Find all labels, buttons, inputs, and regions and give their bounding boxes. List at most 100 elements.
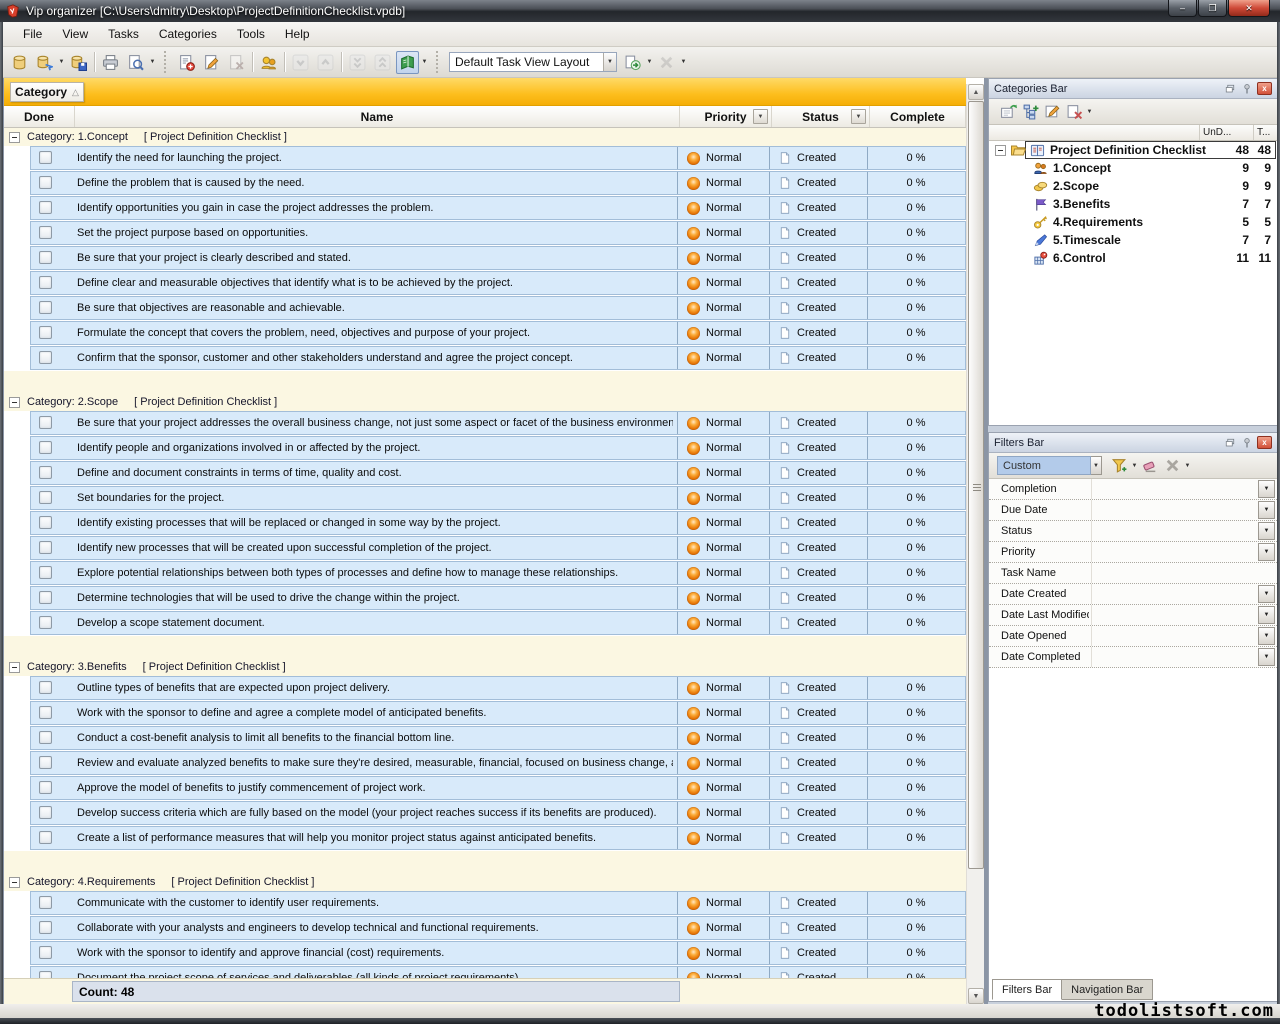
done-checkbox[interactable] <box>39 151 52 164</box>
filter-value-dropdown-icon[interactable]: ▼ <box>1258 627 1275 645</box>
menu-view[interactable]: View <box>52 24 98 44</box>
done-checkbox[interactable] <box>39 566 52 579</box>
task-row-body[interactable]: Define and document constraints in terms… <box>30 461 966 485</box>
tree-item-4-requirements[interactable]: 4.Requirements55 <box>989 213 1277 231</box>
task-row-body[interactable]: Work with the sponsor to identify and ap… <box>30 941 966 965</box>
column-header-complete[interactable]: Complete <box>870 106 966 127</box>
save-database-button[interactable] <box>67 51 90 74</box>
tree-item-1-concept[interactable]: 1.Concept99 <box>989 159 1277 177</box>
done-checkbox[interactable] <box>39 781 52 794</box>
task-row-body[interactable]: Review and evaluate analyzed benefits to… <box>30 751 966 775</box>
done-checkbox[interactable] <box>39 466 52 479</box>
task-row-body[interactable]: Develop success criteria which are fully… <box>30 801 966 825</box>
task-row-body[interactable]: Confirm that the sponsor, customer and o… <box>30 346 966 370</box>
filter-dropdown-icon[interactable]: ▼ <box>851 109 866 124</box>
done-checkbox[interactable] <box>39 616 52 629</box>
done-checkbox[interactable] <box>39 516 52 529</box>
tree-item-6-control[interactable]: 6.Control1111 <box>989 249 1277 267</box>
done-checkbox[interactable] <box>39 301 52 314</box>
menu-help[interactable]: Help <box>275 24 320 44</box>
done-checkbox[interactable] <box>39 756 52 769</box>
task-row-body[interactable]: Document the project scope of services a… <box>30 966 966 978</box>
column-header-priority[interactable]: Priority▼ <box>680 106 772 127</box>
filter-preset-combo[interactable]: Custom <box>997 456 1091 475</box>
menu-categories[interactable]: Categories <box>149 24 227 44</box>
filter-value-dropdown-icon[interactable]: ▼ <box>1258 648 1275 666</box>
panel-close-button[interactable]: x <box>1257 436 1272 449</box>
group-by-category-button[interactable]: Category △ <box>10 82 84 102</box>
task-row-body[interactable]: Identify the need for launching the proj… <box>30 146 966 170</box>
done-checkbox[interactable] <box>39 416 52 429</box>
task-row-body[interactable]: Identify people and organizations involv… <box>30 436 966 460</box>
tree-item-root[interactable]: Project Definition Checklist4848 <box>989 141 1277 159</box>
print-preview-button[interactable] <box>124 51 147 74</box>
edit-category-button[interactable] <box>1041 101 1063 123</box>
task-row-body[interactable]: Conduct a cost-benefit analysis to limit… <box>30 726 966 750</box>
done-checkbox[interactable] <box>39 921 52 934</box>
task-row-body[interactable]: Collaborate with your analysts and engin… <box>30 916 966 940</box>
scroll-down-button[interactable]: ▼ <box>968 988 984 1004</box>
undone-column-header[interactable]: UnD... <box>1203 127 1231 138</box>
menu-tools[interactable]: Tools <box>227 24 275 44</box>
filters-toolbar-overflow-icon[interactable]: ▼ <box>1183 463 1192 469</box>
filter-value-dropdown-icon[interactable]: ▼ <box>1258 543 1275 561</box>
panel-pin-icon[interactable] <box>1240 82 1254 95</box>
toolbar-grip[interactable] <box>164 51 168 73</box>
done-checkbox[interactable] <box>39 176 52 189</box>
task-row-body[interactable]: Set the project purpose based on opportu… <box>30 221 966 245</box>
tree-item-5-timescale[interactable]: 5.Timescale77 <box>989 231 1277 249</box>
new-subcategory-button[interactable] <box>1019 101 1041 123</box>
print-button[interactable] <box>99 51 122 74</box>
collapse-icon[interactable] <box>995 145 1006 156</box>
task-row-body[interactable]: Explore potential relationships between … <box>30 561 966 585</box>
filter-value-dropdown-icon[interactable]: ▼ <box>1258 606 1275 624</box>
done-checkbox[interactable] <box>39 971 52 978</box>
done-checkbox[interactable] <box>39 226 52 239</box>
delete-category-button[interactable] <box>1063 101 1085 123</box>
scrollbar-thumb[interactable] <box>968 101 984 869</box>
done-checkbox[interactable] <box>39 326 52 339</box>
task-row-body[interactable]: Identify existing processes that will be… <box>30 511 966 535</box>
task-row-body[interactable]: Determine technologies that will be used… <box>30 586 966 610</box>
panel-restore-icon[interactable] <box>1223 82 1237 95</box>
done-checkbox[interactable] <box>39 681 52 694</box>
task-row-body[interactable]: Formulate the concept that covers the pr… <box>30 321 966 345</box>
collapse-icon[interactable] <box>9 132 20 143</box>
tree-item-3-benefits[interactable]: 3.Benefits77 <box>989 195 1277 213</box>
group-header-row[interactable]: Category: 4.Requirements[ Project Defini… <box>4 873 966 891</box>
task-row-body[interactable]: Develop a scope statement document.Norma… <box>30 611 966 635</box>
panel-close-button[interactable]: x <box>1257 82 1272 95</box>
panel-pin-icon[interactable] <box>1240 436 1254 449</box>
edit-task-button[interactable] <box>200 51 223 74</box>
filter-dropdown-icon[interactable]: ▼ <box>753 109 768 124</box>
done-checkbox[interactable] <box>39 541 52 554</box>
toolbar-grip[interactable] <box>436 51 440 73</box>
done-checkbox[interactable] <box>39 896 52 909</box>
layout-combo-dropdown-icon[interactable]: ▼ <box>603 53 616 71</box>
filter-value-dropdown-icon[interactable]: ▼ <box>1258 501 1275 519</box>
open-database-button[interactable] <box>33 51 56 74</box>
tab-filters-bar[interactable]: Filters Bar <box>992 979 1062 1000</box>
done-checkbox[interactable] <box>39 251 52 264</box>
apply-filter-button[interactable] <box>1108 455 1130 477</box>
task-row-body[interactable]: Work with the sponsor to define and agre… <box>30 701 966 725</box>
group-header-row[interactable]: Category: 1.Concept[ Project Definition … <box>4 128 966 146</box>
layout-combo[interactable]: Default Task View Layout▼ <box>449 52 617 72</box>
task-row-body[interactable]: Identify new processes that will be crea… <box>30 536 966 560</box>
new-category-button[interactable] <box>997 101 1019 123</box>
done-checkbox[interactable] <box>39 706 52 719</box>
done-checkbox[interactable] <box>39 351 52 364</box>
column-header-status[interactable]: Status▼ <box>772 106 870 127</box>
apply-layout-dropdown-icon[interactable]: ▼ <box>645 59 654 65</box>
tab-navigation-bar[interactable]: Navigation Bar <box>1061 979 1153 1000</box>
new-database-button[interactable] <box>8 51 31 74</box>
collapse-icon[interactable] <box>9 877 20 888</box>
task-row-body[interactable]: Define the problem that is caused by the… <box>30 171 966 195</box>
task-row-body[interactable]: Define clear and measurable objectives t… <box>30 271 966 295</box>
done-checkbox[interactable] <box>39 731 52 744</box>
print-preview-dropdown-icon[interactable]: ▼ <box>148 59 157 65</box>
filter-value-dropdown-icon[interactable]: ▼ <box>1258 522 1275 540</box>
menu-file[interactable]: File <box>13 24 52 44</box>
apply-layout-button[interactable] <box>621 51 644 74</box>
column-header-name[interactable]: Name <box>75 106 680 127</box>
